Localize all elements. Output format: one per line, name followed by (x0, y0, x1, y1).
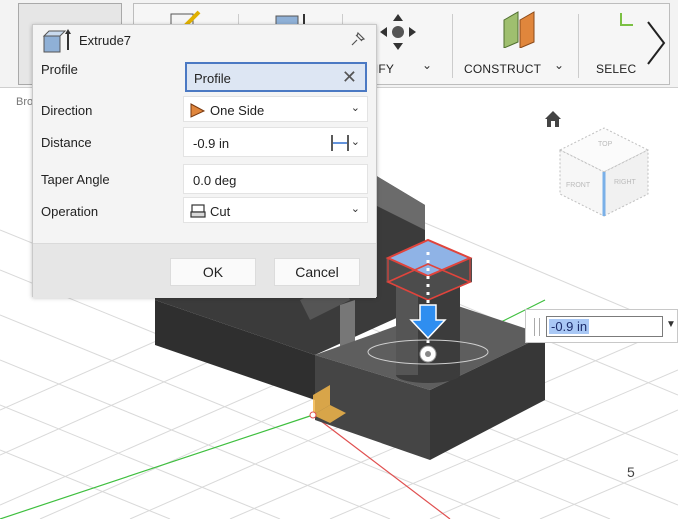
toolbar-separator (578, 14, 579, 78)
chevron-down-icon[interactable]: ⌄ (351, 202, 360, 215)
one-side-direction-icon (190, 103, 206, 118)
taper-angle-value[interactable]: 0.0 deg (193, 173, 236, 188)
construct-plane-icon[interactable] (500, 8, 540, 48)
distance-measure-icon[interactable] (330, 134, 350, 152)
profile-selector[interactable]: Profile ✕ (185, 62, 367, 92)
select-icon[interactable] (618, 10, 638, 30)
chevron-down-icon[interactable]: ⌄ (351, 101, 360, 114)
dialog-title: Extrude7 (79, 33, 132, 48)
close-icon[interactable]: ✕ (342, 67, 357, 88)
profile-selector-value: Profile (194, 71, 231, 86)
cancel-button[interactable]: Cancel (274, 258, 360, 286)
operation-dropdown[interactable]: Cut ⌄ (183, 197, 368, 223)
home-icon[interactable] (545, 111, 561, 127)
construct-menu-label[interactable]: CONSTRUCT (464, 62, 541, 76)
page-number: 5 (627, 464, 635, 480)
viewcube-top[interactable]: TOP (598, 141, 613, 148)
taper-angle-field[interactable]: 0.0 deg (183, 164, 368, 194)
direction-dropdown[interactable]: One Side ⌄ (183, 96, 368, 122)
distance-label: Distance (41, 135, 92, 150)
distance-field[interactable]: -0.9 in ⌄ (183, 127, 368, 157)
browser-label[interactable]: Bro (16, 96, 33, 108)
operation-label: Operation (41, 204, 99, 219)
canvas-distance-value[interactable]: -0.9 in (549, 319, 590, 334)
chevron-right-icon[interactable] (640, 18, 670, 68)
viewcube-front[interactable]: FRONT (566, 182, 591, 189)
chevron-down-icon[interactable]: ⌄ (422, 58, 432, 72)
direction-label: Direction (41, 103, 93, 118)
viewcube-right[interactable]: RIGHT (614, 179, 637, 186)
dialog-footer: OK Cancel (33, 243, 376, 298)
chevron-down-icon[interactable]: ▼ (666, 319, 676, 330)
distance-value[interactable]: -0.9 in (193, 136, 229, 151)
extrude-icon (42, 29, 71, 53)
canvas-distance-field[interactable]: -0.9 in (546, 316, 663, 337)
profile-label: Profile (41, 62, 78, 77)
chevron-down-icon[interactable]: ⌄ (351, 135, 360, 148)
operation-value: Cut (210, 204, 231, 219)
select-menu-label[interactable]: SELEC (596, 62, 636, 76)
direction-value: One Side (210, 103, 265, 118)
ok-button[interactable]: OK (170, 258, 256, 286)
cut-icon (190, 204, 206, 218)
canvas-distance-input[interactable]: -0.9 in ▼ (525, 309, 678, 343)
pin-icon[interactable] (348, 29, 368, 49)
drag-handle-icon[interactable] (534, 318, 540, 336)
dialog-title-bar[interactable]: Extrude7 (33, 25, 376, 53)
viewcube[interactable]: TOP FRONT RIGHT (558, 127, 650, 217)
move-icon[interactable] (380, 12, 416, 52)
chevron-down-icon[interactable]: ⌄ (554, 58, 564, 72)
taper-angle-label: Taper Angle (41, 172, 110, 187)
extrude-dialog: Extrude7 Profile Profile ✕ Direction One… (32, 24, 377, 298)
toolbar-separator (452, 14, 453, 78)
